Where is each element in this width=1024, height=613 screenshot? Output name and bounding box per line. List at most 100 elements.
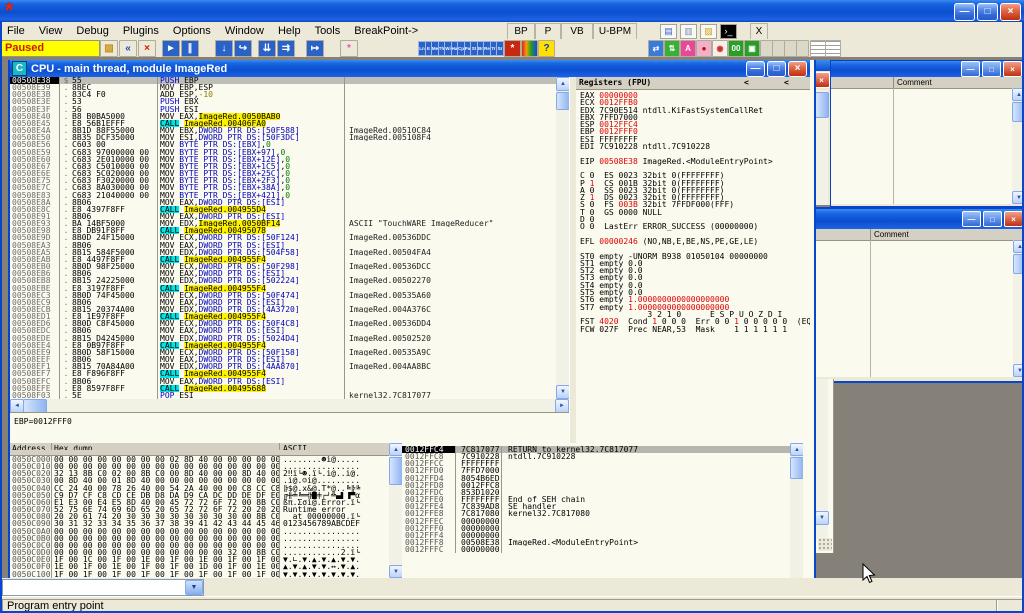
notes-icon[interactable]: ▥ (680, 24, 697, 39)
menu-plugin-button-vb[interactable]: VB (561, 23, 593, 40)
disasm-row[interactable]: 00508E98.E8 DB91F8FFCALL ImageRed.004950… (10, 227, 556, 234)
stack-row[interactable]: 0012FFEC00000000 (402, 518, 790, 525)
disasm-row[interactable]: 00508EE9.8B0D 58F15000MOV ECX,DWORD PTR … (10, 349, 556, 356)
register-line[interactable]: EIP 00508E38 ImageRed.<ModuleEntryPoint> (580, 158, 810, 165)
disasm-row[interactable]: 00508E45.E8 56B1EFFFCALL ImageRed.00406F… (10, 120, 556, 127)
menu-item-plugins[interactable]: Plugins (116, 25, 166, 37)
animate-into-button[interactable]: ⇊ (258, 40, 276, 57)
disasm-row[interactable]: 00508EE4.E8 0B97F8FFCALL ImageRed.004955… (10, 342, 556, 349)
options-gear-button[interactable]: * (504, 40, 521, 57)
side-bottom-column-header[interactable]: Comment (814, 229, 1024, 241)
letter-a-icon[interactable]: A (680, 40, 696, 57)
register-line[interactable]: FCW 027F Prec NEAR,53 Mask 1 1 1 1 1 1 (580, 326, 810, 333)
disasm-row[interactable]: 00508E56.C603 00MOV BYTE PTR DS:[EBX],0 (10, 141, 556, 148)
combobox-dropdown-icon[interactable]: ▼ (185, 580, 203, 595)
disasm-row[interactable]: 00508EF7.E8 F896F8FFCALL ImageRed.004955… (10, 370, 556, 377)
dump-row[interactable]: 0050C08020 20 61 74 20 30 30 30 30 30 30… (10, 513, 389, 520)
menu-item-debug[interactable]: Debug (69, 25, 115, 37)
disasm-row[interactable]: 00508EBE.E8 3197F8FFCALL ImageRed.004955… (10, 285, 556, 292)
dump-row[interactable]: 0050C00000 00 00 00 00 00 00 00 02 8D 40… (10, 456, 389, 463)
disasm-row[interactable]: 00508E93.BA 14BF5000MOV EDX,ImageRed.005… (10, 220, 556, 227)
animate-over-button[interactable]: ⇉ (277, 40, 295, 57)
disasm-row[interactable]: 00508E60.C683 2E010000 00MOV BYTE PTR DS… (10, 156, 556, 163)
disasm-row[interactable]: 00508ED1.E8 1E97F8FFCALL ImageRed.004955… (10, 313, 556, 320)
stack-row[interactable]: 0012FFE47C839AD8SE handler (402, 503, 790, 510)
side-bottom-maximize-button[interactable]: □ (983, 211, 1002, 227)
dump-row[interactable]: 0050C1001F 00 1F 00 1F 00 1F 00 1F 00 1F… (10, 571, 389, 578)
cpu-maximize-button[interactable]: □ (767, 61, 786, 77)
command-combobox[interactable]: ▼ (2, 579, 204, 596)
side-window-bottom[interactable]: — □ × Comment ▲ ▼ (812, 207, 1024, 383)
dump-row[interactable]: 0050C07052 75 6E 74 69 6D 65 20 65 72 72… (10, 506, 389, 513)
menu-plugin-button-bp[interactable]: BP (507, 23, 535, 40)
dump-row[interactable]: 0050C0B000 00 00 00 00 00 00 00 00 00 00… (10, 535, 389, 542)
close-button[interactable]: × (1000, 3, 1021, 21)
disasm-row[interactable]: 00508EFE.E8 8597F8FFCALL ImageRed.004956… (10, 385, 556, 392)
help-button[interactable]: ? (538, 40, 555, 57)
disassembly-vscrollbar[interactable]: ▲ ▼ (556, 77, 569, 399)
dump-row[interactable]: 0050C050C9 D7 CF C8 CD CE DB D8 DA D9 CA… (10, 492, 389, 499)
side-top-minimize-button[interactable]: — (961, 61, 980, 77)
dump-row[interactable]: 0050C0E01F 00 1C 00 1F 00 1E 00 1F 00 1E… (10, 556, 389, 563)
disasm-row[interactable]: 00508F03.5EPOP ESIkernel32.7C817077 (10, 392, 556, 399)
open-file-button[interactable]: ▨ (100, 40, 118, 57)
console-icon[interactable]: ›_ (720, 24, 737, 39)
disasm-row[interactable]: 00508E39.8BECMOV EBP,ESP (10, 84, 556, 91)
dump-row[interactable]: 0050C040CC 24 40 00 78 26 40 00 54 2A 40… (10, 485, 389, 492)
side-window-top-titlebar[interactable]: — □ × (831, 61, 1024, 77)
stack-row[interactable]: 0012FFDC853D1020 (402, 489, 790, 496)
toolbar-list-button[interactable] (825, 40, 841, 57)
record-icon[interactable]: ● (696, 40, 712, 57)
side-window-top[interactable]: — □ × Comment ▲ ▼ (830, 60, 1024, 207)
minimize-button[interactable]: — (954, 3, 975, 21)
disasm-row[interactable]: 00508EB6.8B06MOV EAX,DWORD PTR DS:[ESI] (10, 270, 556, 277)
register-line[interactable]: O 0 LastErr ERROR_SUCCESS (00000000) (580, 223, 810, 230)
disassembly-hscrollbar[interactable]: ◄ ► (10, 399, 569, 412)
menu-close-button[interactable]: X (750, 23, 768, 40)
side-top-column-header[interactable]: Comment (831, 77, 1024, 89)
dump-row[interactable]: 0050C0F01E 00 1F 00 1E 00 1F 00 1F 00 1D… (10, 563, 389, 570)
stack-row[interactable]: 0012FFCCFFFFFFFF (402, 460, 790, 467)
dump-vscrollbar[interactable]: ▲ ▼ (389, 443, 402, 578)
disasm-row[interactable]: 00508EDC.8B06MOV EAX,DWORD PTR DS:[ESI] (10, 327, 556, 334)
side-top-maximize-button[interactable]: □ (982, 61, 1001, 77)
disasm-row[interactable]: 00508EB0.8B0D 98F25000MOV ECX,DWORD PTR … (10, 263, 556, 270)
disasm-row[interactable]: 00508E50.8B35 DCF35000MOV ESI,DWORD PTR … (10, 134, 556, 141)
dump-row[interactable]: 0050C02032 13 8B C0 02 00 8B C0 00 8D 40… (10, 470, 389, 477)
toolbar-list-button[interactable] (810, 40, 826, 57)
step-into-button[interactable]: ↓ (215, 40, 233, 57)
spiral-icon[interactable]: ◉ (712, 40, 728, 57)
execute-till-return-button[interactable]: ↦ (306, 40, 324, 57)
dump-row[interactable]: 0050C060E1 E3 00 E4 E5 8D 40 00 45 72 72… (10, 499, 389, 506)
hidden-window-scrollbar[interactable] (815, 90, 828, 205)
folder-icon[interactable]: ▨ (700, 24, 717, 39)
restore-button[interactable]: □ (977, 3, 998, 21)
menu-item-options[interactable]: Options (166, 25, 218, 37)
disasm-row[interactable]: 00508E6E.C683 5C020000 00MOV BYTE PTR DS… (10, 170, 556, 177)
disasm-row[interactable]: 00508E75.C683 F3020000 00MOV BYTE PTR DS… (10, 177, 556, 184)
register-line[interactable]: EDI 7C910228 ntdll.7C910228 (580, 143, 810, 150)
disasm-row[interactable]: 00508E3B.83C4 F0ADD ESP,-10 (10, 91, 556, 98)
disasm-row[interactable]: 00508EA5.8B15 584F5000MOV EDX,DWORD PTR … (10, 249, 556, 256)
step-over-button[interactable]: ↪ (234, 40, 252, 57)
close-program-button[interactable]: × (138, 40, 156, 57)
stack-row[interactable]: 0012FFD80012FFC8 (402, 482, 790, 489)
menu-item-help[interactable]: Help (271, 25, 308, 37)
disasm-row[interactable]: 00508E40.B8 B0BA5000MOV EAX,ImageRed.005… (10, 113, 556, 120)
cpu-minimize-button[interactable]: — (746, 61, 765, 77)
disasm-row[interactable]: 00508E67.C683 C5010000 00MOV BYTE PTR DS… (10, 163, 556, 170)
dump-row[interactable]: 0050C0C000 00 00 00 00 00 00 00 00 00 00… (10, 542, 389, 549)
menu-plugin-button-p[interactable]: P (535, 23, 561, 40)
page-icon[interactable]: ▤ (660, 24, 677, 39)
resize-grip[interactable] (818, 538, 832, 551)
dump-row[interactable]: 0050C03000 8D 40 00 01 8D 40 00 00 00 00… (10, 477, 389, 484)
disasm-row[interactable]: 00508ED6.8B0D C8F45000MOV ECX,DWORD PTR … (10, 320, 556, 327)
disasm-row[interactable]: 00508E3F.56PUSH ESI (10, 106, 556, 113)
menu-item-breakpoint[interactable]: BreakPoint-> (347, 25, 425, 37)
dump-row[interactable]: 0050C0D000 00 00 00 00 00 00 00 00 00 00… (10, 549, 389, 556)
menu-item-view[interactable]: View (32, 25, 70, 37)
disasm-row[interactable]: 00508EAB.E8 4497F8FFCALL ImageRed.004955… (10, 256, 556, 263)
disassembly-pane[interactable]: 00508E38$55PUSH EBP00508E39.8BECMOV EBP,… (10, 77, 556, 399)
collapse-mark-icon[interactable]: < (784, 77, 789, 89)
disasm-row[interactable]: 00508EB8.8B15 24225000MOV EDX,DWORD PTR … (10, 277, 556, 284)
